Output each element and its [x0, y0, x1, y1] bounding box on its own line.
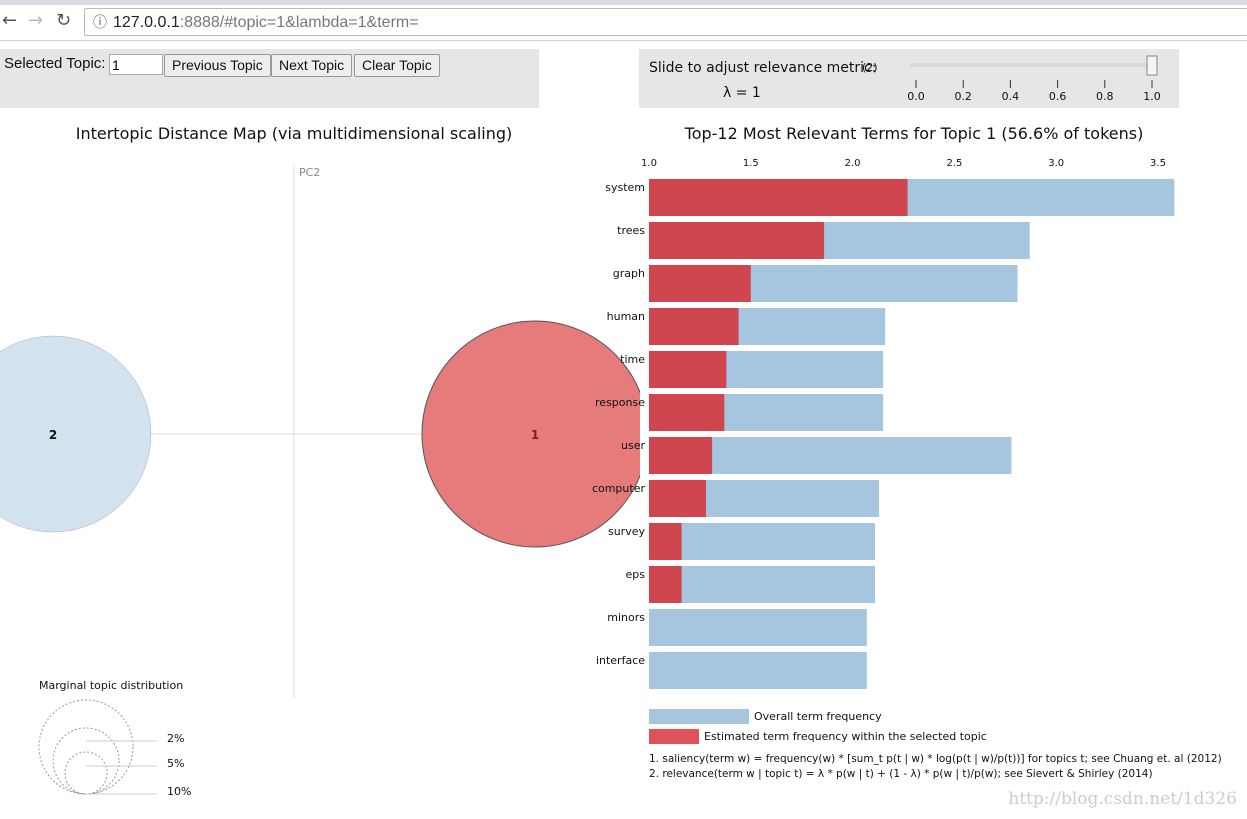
map-title: Intertopic Distance Map (via multidimens…: [76, 124, 513, 143]
intertopic-distance-map: Intertopic Distance Map (via multidimens…: [0, 124, 640, 798]
legend-circle: [38, 699, 134, 795]
legend-title: Marginal topic distribution: [39, 679, 183, 692]
legend-topic-label: Estimated term frequency within the sele…: [704, 730, 987, 743]
x-tick-label: 3.5: [1150, 158, 1166, 169]
term-label-time[interactable]: time: [620, 353, 645, 366]
previous-topic-button[interactable]: Previous Topic: [164, 54, 271, 77]
x-tick-label: 1.0: [641, 158, 657, 169]
footnote-relevance: 2. relevance(term w | topic t) = λ * p(w…: [649, 768, 1153, 780]
arrow-right-icon[interactable]: →: [28, 10, 43, 31]
term-label-system[interactable]: system: [605, 181, 645, 194]
slider-tick-label: 1.0: [1143, 90, 1161, 103]
watermark: http://blog.csdn.net/1d326: [1008, 789, 1237, 809]
topic-label-2[interactable]: 2: [49, 428, 57, 442]
pc2-label: PC2: [299, 166, 320, 179]
slider-tick-label: 0.4: [1002, 90, 1020, 103]
clear-topic-button[interactable]: Clear Topic: [354, 54, 440, 77]
slider-tick-label: 0.6: [1049, 90, 1067, 103]
legend-label: 10%: [167, 785, 191, 798]
selected-topic-label: Selected Topic:: [4, 55, 106, 72]
legend-topic-swatch: [649, 729, 699, 744]
slider-tick-label: 0.2: [954, 90, 972, 103]
legend-label: 2%: [167, 732, 184, 745]
browser-toolbar: ← → ↻ ⓘ 127.0.0.1:8888/#topic=1&lambda=1&…: [0, 0, 1247, 41]
slider-tick-label: 0.8: [1096, 90, 1114, 103]
term-label-user[interactable]: user: [621, 439, 645, 452]
topic-label-1[interactable]: 1: [531, 428, 539, 442]
address-bar[interactable]: ⓘ 127.0.0.1:8888/#topic=1&lambda=1&term=: [84, 8, 1247, 36]
bar-overall-survey[interactable]: [649, 523, 875, 560]
x-tick-label: 2.5: [946, 158, 962, 169]
bar-topic-human[interactable]: [649, 308, 739, 345]
x-tick-label: 1.5: [743, 158, 759, 169]
term-label-human[interactable]: human: [607, 310, 645, 323]
slider-label: Slide to adjust relevance metric:: [649, 60, 877, 76]
url-path: :8888/#topic=1&lambda=1&term=: [179, 14, 419, 31]
term-bar-chart: Top-12 Most Relevant Terms for Topic 1 (…: [592, 124, 1222, 780]
bar-topic-time[interactable]: [649, 351, 727, 388]
bar-overall-interface[interactable]: [649, 652, 867, 689]
term-label-computer[interactable]: computer: [592, 482, 646, 495]
topic-circle-2[interactable]: [0, 335, 152, 533]
bar-topic-graph[interactable]: [649, 265, 751, 302]
slider-tick-label: 0.0: [907, 90, 925, 103]
lambda-value: λ = 1: [723, 85, 761, 101]
bar-topic-user[interactable]: [649, 437, 713, 474]
term-label-graph[interactable]: graph: [613, 267, 645, 280]
info-icon[interactable]: ⓘ: [93, 9, 107, 35]
term-label-trees[interactable]: trees: [617, 224, 645, 237]
relevance-slider[interactable]: 0.0 0.2 0.4 0.6 0.8 1.0: [900, 52, 1170, 106]
bar-overall-minors[interactable]: [649, 609, 867, 646]
bar-overall-eps[interactable]: [649, 566, 875, 603]
bar-topic-response[interactable]: [649, 394, 725, 431]
arrow-left-icon[interactable]: ←: [2, 10, 17, 31]
legend-label: 5%: [167, 757, 184, 770]
bar-chart-title: Top-12 Most Relevant Terms for Topic 1 (…: [684, 124, 1144, 143]
legend-circle: [64, 751, 108, 795]
slider-footnote: (2): [862, 61, 878, 74]
term-label-interface[interactable]: interface: [596, 654, 645, 667]
tab-strip: [0, 0, 1247, 5]
legend-overall-label: Overall term frequency: [754, 710, 882, 723]
slider-track: [910, 63, 1155, 67]
term-label-minors[interactable]: minors: [607, 611, 645, 624]
term-label-survey[interactable]: survey: [608, 525, 646, 538]
reload-icon[interactable]: ↻: [56, 10, 71, 31]
x-tick-label: 3.0: [1048, 158, 1064, 169]
footnote-saliency: 1. saliency(term w) = frequency(w) * [su…: [649, 753, 1222, 765]
slider-handle[interactable]: [1146, 55, 1158, 76]
legend-overall-swatch: [649, 709, 749, 724]
term-label-response[interactable]: response: [595, 396, 645, 409]
bar-topic-computer[interactable]: [649, 480, 707, 517]
next-topic-button[interactable]: Next Topic: [271, 54, 353, 77]
legend-circle: [52, 727, 120, 795]
bar-topic-eps[interactable]: [649, 566, 682, 603]
url-host: 127.0.0.1: [113, 14, 180, 31]
bar-topic-system[interactable]: [649, 179, 908, 216]
bar-topic-survey[interactable]: [649, 523, 682, 560]
selected-topic-input[interactable]: [109, 54, 163, 75]
term-label-eps[interactable]: eps: [626, 568, 646, 581]
x-tick-label: 2.0: [845, 158, 861, 169]
bar-topic-trees[interactable]: [649, 222, 825, 259]
